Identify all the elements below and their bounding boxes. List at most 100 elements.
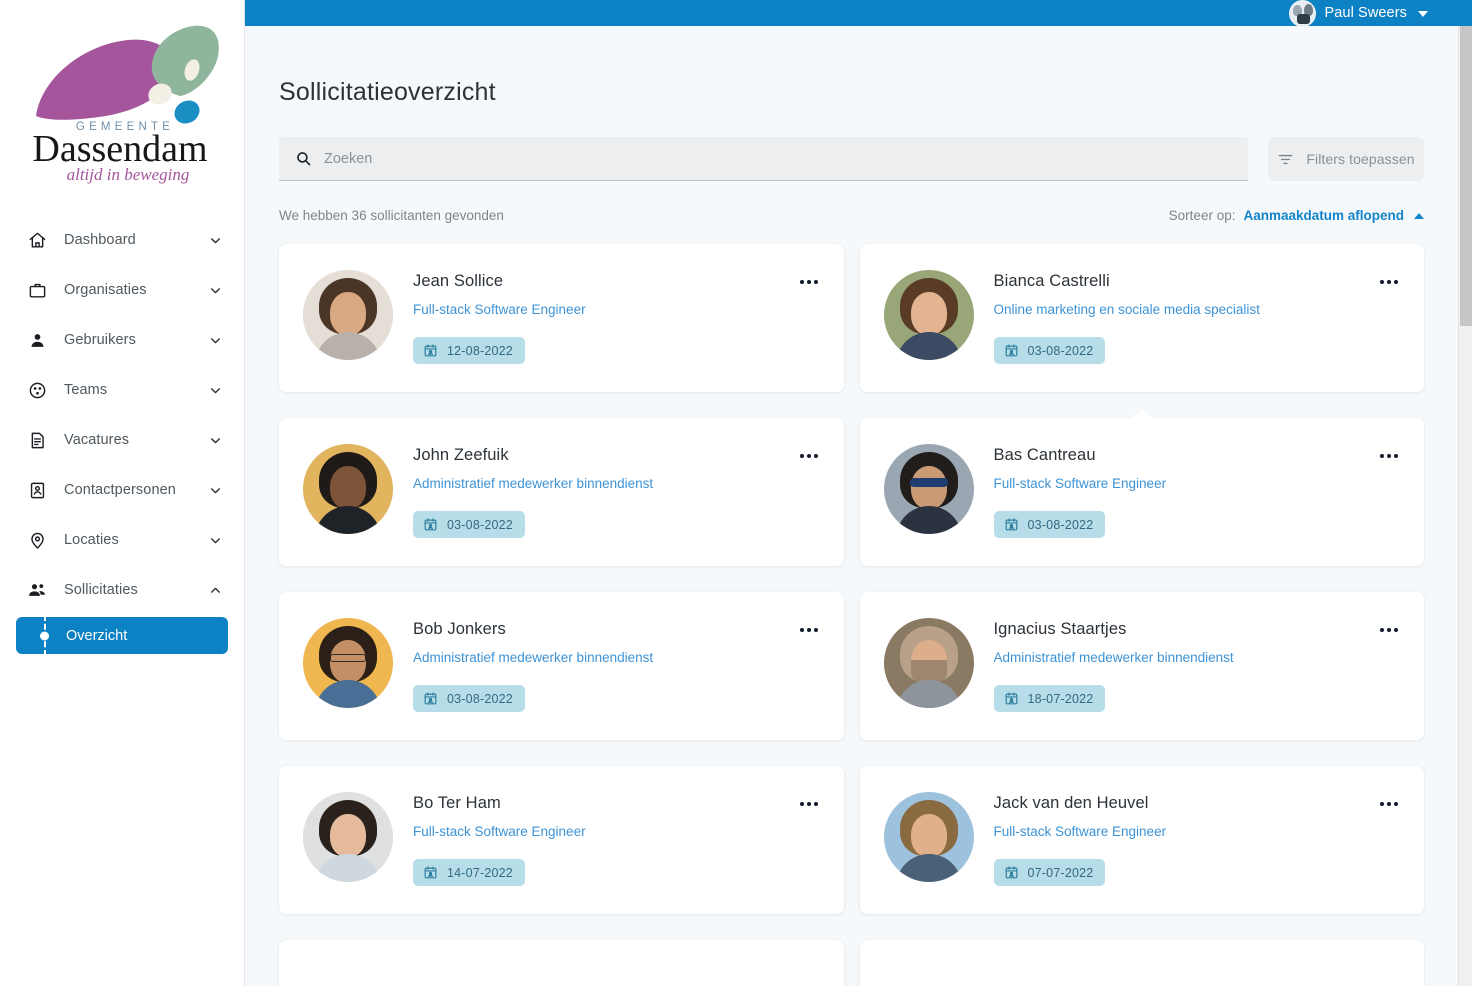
status-badge: 03-08-2022: [994, 337, 1106, 364]
calendar-user-icon: [423, 517, 438, 532]
search-input[interactable]: [324, 151, 1232, 167]
sidebar-item-label: Gebruikers: [64, 332, 208, 348]
scrollbar-thumb[interactable]: [1460, 26, 1472, 326]
search-icon: [295, 150, 312, 167]
applicant-role[interactable]: Full-stack Software Engineer: [413, 302, 786, 317]
filter-icon: [1277, 151, 1294, 168]
status-badge: 03-08-2022: [994, 511, 1106, 538]
apply-filters-label: Filters toepassen: [1306, 151, 1414, 167]
chevron-down-icon[interactable]: [1418, 11, 1428, 17]
page-title: Sollicitatieoverzicht: [279, 78, 1458, 107]
calendar-user-icon: [423, 691, 438, 706]
ellipsis-menu-icon[interactable]: [1376, 624, 1402, 636]
caret-up-icon[interactable]: [1414, 213, 1424, 219]
applicant-role[interactable]: Administratief medewerker binnendienst: [994, 650, 1367, 665]
applicant-card[interactable]: Jack van den Heuvel Full-stack Software …: [860, 766, 1425, 914]
applicant-role[interactable]: Full-stack Software Engineer: [994, 476, 1367, 491]
sidebar-item-locaties[interactable]: Locaties: [0, 515, 244, 565]
ellipsis-menu-icon[interactable]: [1376, 450, 1402, 462]
user-name: Paul Sweers: [1325, 5, 1408, 21]
sort-label: Sorteer op:: [1169, 208, 1236, 223]
applicant-role[interactable]: Administratief medewerker binnendienst: [413, 476, 786, 491]
ellipsis-menu-icon[interactable]: [796, 450, 822, 462]
applicant-card[interactable]: Bo Ter Ham Full-stack Software Engineer …: [279, 766, 844, 914]
results-meta-row: We hebben 36 sollicitanten gevonden Sort…: [279, 208, 1424, 223]
chevron-down-icon[interactable]: [208, 383, 222, 397]
sidebar-item-contactpersonen[interactable]: Contactpersonen: [0, 465, 244, 515]
chevron-up-icon[interactable]: [208, 583, 222, 597]
applicant-role[interactable]: Administratief medewerker binnendienst: [413, 650, 786, 665]
applicant-card[interactable]: [860, 940, 1425, 986]
apply-filters-button[interactable]: Filters toepassen: [1268, 137, 1424, 181]
avatar: [303, 270, 393, 360]
user-menu[interactable]: Paul Sweers: [1289, 0, 1429, 27]
teams-circle-icon: [26, 379, 48, 401]
ellipsis-menu-icon[interactable]: [796, 624, 822, 636]
svg-text:altijd in beweging: altijd in beweging: [66, 165, 189, 184]
home-icon: [26, 229, 48, 251]
avatar: [303, 618, 393, 708]
page-scrollbar[interactable]: [1458, 26, 1472, 986]
status-badge: 18-07-2022: [994, 685, 1106, 712]
search-field[interactable]: [279, 137, 1248, 181]
sidebar-item-label: Organisaties: [64, 282, 208, 298]
people-group-icon: [26, 579, 48, 601]
contact-card-icon: [26, 479, 48, 501]
chevron-down-icon[interactable]: [208, 233, 222, 247]
sidebar-item-sollicitaties[interactable]: Sollicitaties: [0, 565, 244, 615]
sidebar-item-teams[interactable]: Teams: [0, 365, 244, 415]
sidebar-item-label: Teams: [64, 382, 208, 398]
calendar-user-icon: [1004, 865, 1019, 880]
main-content: Sollicitatieoverzicht Filters toepassen …: [245, 26, 1458, 986]
applicant-card[interactable]: [279, 940, 844, 986]
sort-control[interactable]: Sorteer op: Aanmaakdatum aflopend: [1169, 208, 1424, 223]
sidebar-item-dashboard[interactable]: Dashboard: [0, 215, 244, 265]
sidebar: GEMEENTE Dassendam altijd in beweging Da…: [0, 0, 245, 986]
applicant-card[interactable]: John Zeefuik Administratief medewerker b…: [279, 418, 844, 566]
avatar: [303, 792, 393, 882]
chevron-down-icon[interactable]: [208, 483, 222, 497]
chevron-down-icon[interactable]: [208, 533, 222, 547]
avatar: [884, 444, 974, 534]
ellipsis-menu-icon[interactable]: [796, 798, 822, 810]
sidebar-item-label: Contactpersonen: [64, 482, 208, 498]
applicant-date: 14-07-2022: [447, 866, 513, 880]
sidebar-item-gebruikers[interactable]: Gebruikers: [0, 315, 244, 365]
ellipsis-menu-icon[interactable]: [796, 276, 822, 288]
applicant-card[interactable]: Bob Jonkers Administratief medewerker bi…: [279, 592, 844, 740]
applicant-date: 18-07-2022: [1028, 692, 1094, 706]
map-pin-icon: [26, 529, 48, 551]
result-count: We hebben 36 sollicitanten gevonden: [279, 208, 504, 223]
applicant-name: Bas Cantreau: [994, 446, 1367, 465]
sidebar-item-organisaties[interactable]: Organisaties: [0, 265, 244, 315]
calendar-user-icon: [1004, 691, 1019, 706]
sidebar-item-overzicht[interactable]: Overzicht: [16, 617, 228, 654]
applicant-card[interactable]: Jean Sollice Full-stack Software Enginee…: [279, 244, 844, 392]
ellipsis-menu-icon[interactable]: [1376, 798, 1402, 810]
sidebar-item-label: Vacatures: [64, 432, 208, 448]
applicant-date: 03-08-2022: [447, 518, 513, 532]
status-badge: 12-08-2022: [413, 337, 525, 364]
applicant-role[interactable]: Online marketing en sociale media specia…: [994, 302, 1367, 317]
chevron-down-icon[interactable]: [208, 283, 222, 297]
applicant-card[interactable]: Bianca Castrelli Online marketing en soc…: [860, 244, 1425, 392]
chevron-down-icon[interactable]: [208, 333, 222, 347]
status-badge: 03-08-2022: [413, 685, 525, 712]
svg-text:Dassendam: Dassendam: [32, 128, 207, 170]
chevron-down-icon[interactable]: [208, 433, 222, 447]
applicant-name: Bo Ter Ham: [413, 794, 786, 813]
applicant-card[interactable]: Bas Cantreau Full-stack Software Enginee…: [860, 418, 1425, 566]
status-badge: 14-07-2022: [413, 859, 525, 886]
calendar-user-icon: [423, 343, 438, 358]
ellipsis-menu-icon[interactable]: [1376, 276, 1402, 288]
applicant-card[interactable]: Ignacius Staartjes Administratief medewe…: [860, 592, 1425, 740]
applicant-role[interactable]: Full-stack Software Engineer: [994, 824, 1367, 839]
applicant-role[interactable]: Full-stack Software Engineer: [413, 824, 786, 839]
sidebar-item-vacatures[interactable]: Vacatures: [0, 415, 244, 465]
sort-value[interactable]: Aanmaakdatum aflopend: [1243, 208, 1404, 223]
avatar: [303, 444, 393, 534]
applicants-grid: Jean Sollice Full-stack Software Enginee…: [279, 244, 1424, 986]
user-icon: [26, 329, 48, 351]
calendar-user-icon: [1004, 517, 1019, 532]
brand-logo[interactable]: GEMEENTE Dassendam altijd in beweging: [0, 0, 244, 215]
